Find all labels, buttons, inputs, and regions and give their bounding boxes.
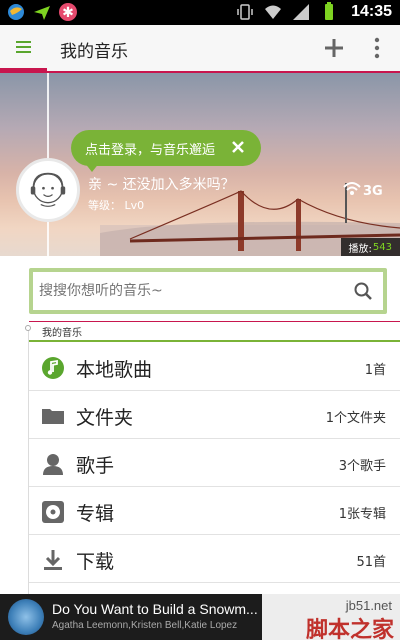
divider (29, 321, 400, 322)
login-bubble[interactable]: 点击登录，与音乐邂逅 (71, 130, 261, 166)
close-icon[interactable] (229, 138, 247, 156)
browser-icon (8, 4, 24, 20)
music-list: 本地歌曲 1首 文件夹 1个文件夹 歌手 3个歌手 专辑 1张专辑 下载 51首 (29, 343, 400, 583)
network-label: 3G (363, 184, 383, 197)
folder-icon (42, 409, 64, 424)
singer-icon (43, 454, 63, 475)
network-3g-icon: 3G (343, 182, 383, 197)
user-greeting: 亲 ~ 还没加入多米吗？ (88, 177, 235, 193)
avatar[interactable] (16, 158, 80, 222)
timeline-dot (25, 325, 31, 331)
app-bar: 我的音乐 (0, 25, 400, 73)
user-level: 等级： Lv0 (88, 199, 145, 212)
list-item-count: 1个文件夹 (325, 411, 386, 426)
plus-icon[interactable] (322, 36, 346, 60)
watermark: jb51.net 脚本之家 (262, 594, 400, 640)
watermark-name: 脚本之家 (305, 618, 394, 640)
now-playing-artist: Agatha Leemonn,Kristen Bell,Katie Lopez (52, 620, 238, 631)
search-box (29, 268, 387, 314)
send-icon (34, 6, 50, 20)
login-prompt: 点击登录，与音乐邂逅 (85, 142, 216, 158)
list-item-label: 歌手 (76, 455, 115, 477)
list-item-downloads[interactable]: 下载 51首 (29, 535, 400, 583)
more-vert-icon[interactable] (370, 36, 384, 60)
status-bar: ✱ 14:35 (0, 0, 400, 25)
section-label: 我的音乐 (42, 328, 82, 339)
list-item-count: 3个歌手 (338, 459, 386, 474)
search-input[interactable] (39, 278, 339, 304)
music-note-icon (42, 357, 64, 379)
hero-banner: 点击登录，与音乐邂逅 亲 ~ 还没加入多米吗？ 等级： Lv0 3G 播放: 54… (0, 73, 400, 256)
page-title: 我的音乐 (60, 42, 128, 62)
vibrate-icon (237, 4, 253, 20)
list-item-count: 1首 (364, 363, 386, 378)
bubble-tail (84, 162, 100, 172)
list-item-count: 1张专辑 (338, 507, 386, 522)
list-item-label: 专辑 (76, 503, 115, 525)
asterisk-app-icon: ✱ (59, 3, 77, 21)
list-item-label: 文件夹 (76, 407, 134, 429)
play-count: 543 (372, 241, 392, 253)
list-item-local-songs[interactable]: 本地歌曲 1首 (29, 343, 400, 391)
search-icon[interactable] (353, 281, 373, 301)
status-left: ✱ (6, 2, 78, 22)
signal-icon (293, 4, 310, 20)
play-label: 播放: (348, 243, 372, 255)
battery-icon (325, 2, 334, 20)
watermark-url: jb51.net (345, 598, 392, 613)
svg-text:✱: ✱ (62, 5, 74, 21)
list-item-label: 本地歌曲 (76, 359, 153, 381)
list-item-label: 下载 (76, 551, 115, 573)
list-item-singers[interactable]: 歌手 3个歌手 (29, 439, 400, 487)
list-item-albums[interactable]: 专辑 1张专辑 (29, 487, 400, 535)
download-icon (44, 550, 62, 570)
hamburger-icon (16, 40, 31, 53)
play-count-badge: 播放: 543 (340, 238, 400, 256)
section-divider (29, 340, 400, 342)
album-art[interactable] (8, 599, 44, 635)
album-icon (42, 501, 64, 523)
list-item-folder[interactable]: 文件夹 1个文件夹 (29, 391, 400, 439)
status-right: 14:35 (235, 2, 392, 22)
wifi-icon (265, 5, 282, 19)
list-item-count: 51首 (356, 555, 386, 570)
status-time: 14:35 (351, 3, 392, 20)
menu-button[interactable] (0, 25, 47, 71)
now-playing-title: Do You Want to Build a Snowm... (52, 601, 258, 617)
